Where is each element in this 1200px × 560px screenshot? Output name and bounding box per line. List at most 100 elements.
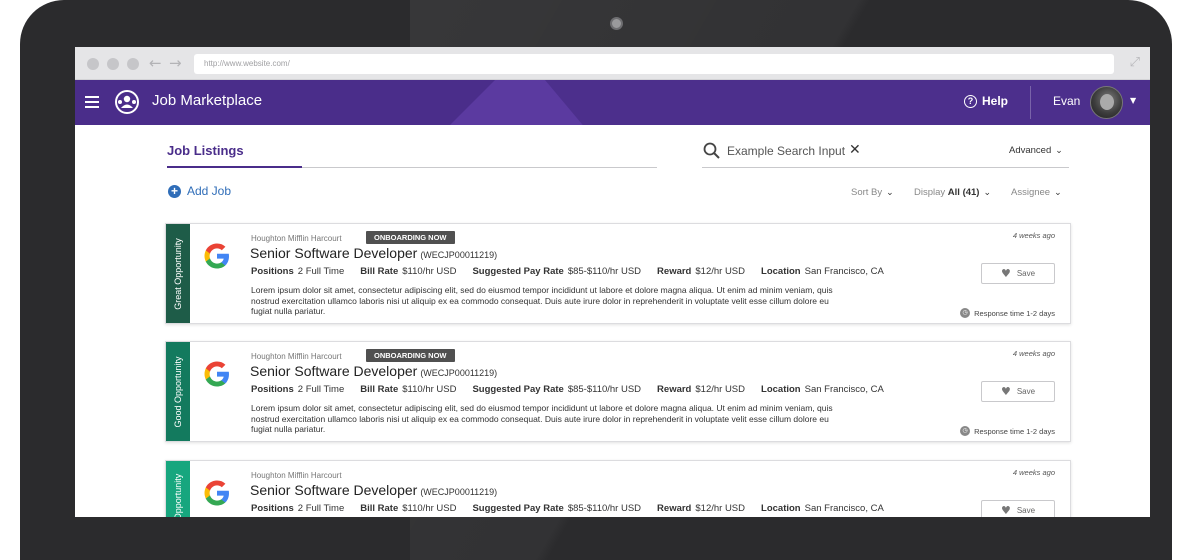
expand-icon[interactable]: ⤢ xyxy=(1130,55,1140,70)
search-input[interactable]: Example Search Input xyxy=(727,144,845,158)
bill-rate-value: $110/hr USD xyxy=(402,266,457,277)
opportunity-band: Good Opportunity xyxy=(166,342,190,441)
search-icon[interactable] xyxy=(703,142,720,159)
google-logo-icon xyxy=(204,361,229,387)
window-maximize-dot[interactable] xyxy=(127,58,139,70)
company-name: Houghton Mifflin Harcourt xyxy=(251,471,342,480)
positions-value: 2 Full Time xyxy=(297,503,345,514)
sort-by-dropdown[interactable]: Sort By ⌄ xyxy=(851,187,894,198)
job-title[interactable]: Senior Software Developer (WECJP00011219) xyxy=(250,482,497,498)
reward-value: $12/hr USD xyxy=(695,503,746,514)
clock-icon: ◷ xyxy=(960,426,971,436)
response-text: Response time 1-2 days xyxy=(974,308,1055,318)
browser-toolbar: ← → http://www.website.com/ ⤢ xyxy=(75,47,1150,80)
positions-label: Positions xyxy=(251,503,294,514)
suggested-pay-label: Suggested Pay Rate xyxy=(472,503,564,514)
window-minimize-dot[interactable] xyxy=(107,58,119,70)
job-description: Lorem ipsum dolor sit amet, consectetur … xyxy=(251,285,833,316)
job-id: (WECJP00011219) xyxy=(420,368,498,378)
display-label: Display xyxy=(914,187,946,198)
window-close-dot[interactable] xyxy=(87,58,99,70)
address-bar[interactable]: http://www.website.com/ xyxy=(194,54,1114,74)
advanced-label: Advanced xyxy=(1009,145,1052,156)
save-button[interactable]: ♥ Save xyxy=(981,381,1055,402)
tab-job-listings[interactable]: Job Listings xyxy=(167,143,244,158)
save-button[interactable]: ♥ Save xyxy=(981,500,1055,517)
sort-label: Sort By xyxy=(851,187,883,198)
marketplace-logo-icon xyxy=(115,90,139,114)
display-value: All (41) xyxy=(947,187,980,198)
job-meta: Positions 2 Full Time Bill Rate $110/hr US… xyxy=(251,384,884,395)
assignee-dropdown[interactable]: Assignee ⌄ xyxy=(1011,187,1062,198)
reward-label: Reward xyxy=(657,266,692,277)
arrow-left-icon[interactable]: ← xyxy=(149,54,162,72)
menu-icon[interactable] xyxy=(85,96,99,108)
opportunity-band: Opportunity xyxy=(166,461,190,517)
positions-value: 2 Full Time xyxy=(297,384,345,395)
heart-icon: ♥ xyxy=(1000,385,1011,398)
chevron-down-icon: ⌄ xyxy=(1055,146,1063,156)
job-title-text: Senior Software Developer xyxy=(250,245,418,261)
positions-label: Positions xyxy=(251,266,294,277)
posted-time: 4 weeks ago xyxy=(1012,231,1055,240)
positions-value: 2 Full Time xyxy=(297,266,345,277)
response-text: Response time 1-2 days xyxy=(974,426,1055,436)
close-icon[interactable]: ✕ xyxy=(849,142,861,158)
tab-active-indicator xyxy=(167,166,302,168)
posted-time: 4 weeks ago xyxy=(1012,349,1055,358)
posted-time: 4 weeks ago xyxy=(1012,468,1055,477)
job-card[interactable]: Great Opportunity Houghton Mifflin Harco… xyxy=(165,223,1071,324)
chevron-down-icon: ⌄ xyxy=(1054,188,1062,198)
location-label: Location xyxy=(761,503,801,514)
bill-rate-label: Bill Rate xyxy=(360,266,399,277)
add-job-label: Add Job xyxy=(187,184,232,198)
help-button[interactable]: ? Help xyxy=(964,94,1008,108)
suggested-pay-value: $85-$110/hr USD xyxy=(567,266,642,277)
search-underline xyxy=(702,167,1069,168)
suggested-pay-label: Suggested Pay Rate xyxy=(472,266,564,277)
bill-rate-label: Bill Rate xyxy=(360,384,399,395)
positions-label: Positions xyxy=(251,384,294,395)
google-logo-icon xyxy=(204,480,229,506)
company-name: Houghton Mifflin Harcourt xyxy=(251,352,342,361)
status-badge: ONBOARDING NOW xyxy=(366,349,455,362)
opportunity-label: Great Opportunity xyxy=(173,237,183,310)
job-title[interactable]: Senior Software Developer (WECJP00011219) xyxy=(250,245,497,261)
reward-value: $12/hr USD xyxy=(695,384,746,395)
clock-icon: ◷ xyxy=(960,308,971,318)
advanced-dropdown[interactable]: Advanced ⌄ xyxy=(1009,145,1063,156)
suggested-pay-value: $85-$110/hr USD xyxy=(567,503,642,514)
chevron-down-icon[interactable]: ▼ xyxy=(1130,96,1136,105)
location-value: San Francisco, CA xyxy=(804,266,884,277)
location-label: Location xyxy=(761,384,801,395)
job-card[interactable]: Good Opportunity Houghton Mifflin Harcou… xyxy=(165,341,1071,442)
job-id: (WECJP00011219) xyxy=(420,487,498,497)
job-description: Lorem ipsum dolor sit amet, consectetur … xyxy=(251,403,833,434)
google-logo-icon xyxy=(204,243,229,269)
reward-label: Reward xyxy=(657,384,692,395)
bill-rate-value: $110/hr USD xyxy=(402,384,457,395)
add-job-button[interactable]: + Add Job xyxy=(168,184,231,198)
arrow-right-icon[interactable]: → xyxy=(169,54,182,72)
job-meta: Positions 2 Full Time Bill Rate $110/hr US… xyxy=(251,266,884,277)
screen: ← → http://www.website.com/ ⤢ Job Market… xyxy=(75,47,1150,517)
suggested-pay-value: $85-$110/hr USD xyxy=(567,384,642,395)
location-label: Location xyxy=(761,266,801,277)
job-id: (WECJP00011219) xyxy=(420,250,498,260)
suggested-pay-label: Suggested Pay Rate xyxy=(472,384,564,395)
display-dropdown[interactable]: Display All (41) ⌄ xyxy=(914,187,991,198)
save-button[interactable]: ♥ Save xyxy=(981,263,1055,284)
avatar[interactable] xyxy=(1090,86,1123,119)
chevron-down-icon: ⌄ xyxy=(886,188,894,198)
header-divider xyxy=(1030,86,1031,119)
company-name: Houghton Mifflin Harcourt xyxy=(251,234,342,243)
job-meta: Positions 2 Full Time Bill Rate $110/hr US… xyxy=(251,503,884,514)
user-name[interactable]: Evan xyxy=(1053,94,1080,108)
opportunity-band: Great Opportunity xyxy=(166,224,190,323)
laptop-frame: ← → http://www.website.com/ ⤢ Job Market… xyxy=(20,0,1172,560)
job-title[interactable]: Senior Software Developer (WECJP00011219) xyxy=(250,363,497,379)
app-header: Job Marketplace ? Help Evan ▼ xyxy=(75,80,1150,125)
job-title-text: Senior Software Developer xyxy=(250,363,418,379)
job-card[interactable]: Opportunity Houghton Mifflin Harcourt Se… xyxy=(165,460,1071,517)
help-icon: ? xyxy=(964,94,977,108)
